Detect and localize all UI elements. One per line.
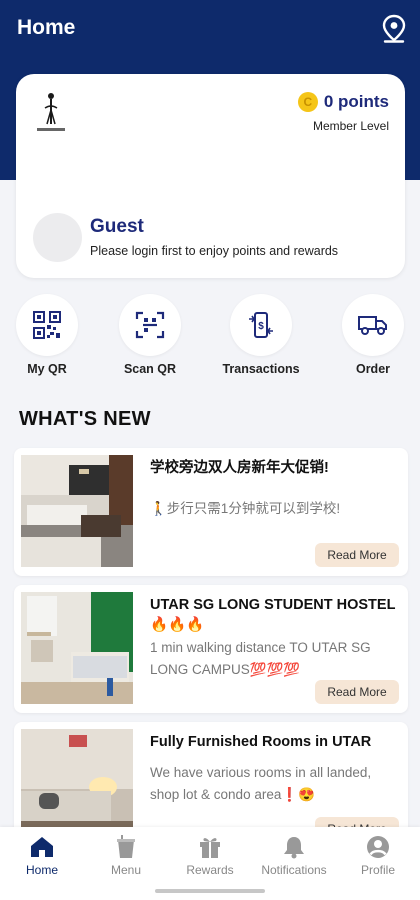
news-thumbnail bbox=[21, 729, 133, 841]
read-more-button[interactable]: Read More bbox=[315, 543, 399, 567]
news-description: 1 min walking distance TO UTAR SG LONG C… bbox=[150, 640, 371, 677]
nav-rewards-label: Rewards bbox=[186, 863, 234, 877]
news-description: We have various rooms in all landed, sho… bbox=[150, 765, 372, 802]
news-item[interactable]: UTAR SG LONG STUDENT HOSTEL 🔥🔥🔥 1 min wa… bbox=[14, 585, 408, 713]
member-level[interactable]: Member Level bbox=[313, 119, 389, 133]
scan-qr-icon bbox=[135, 311, 165, 339]
nav-notifications-label: Notifications bbox=[261, 863, 327, 877]
guest-name: Guest bbox=[90, 216, 144, 237]
transactions-label: Transactions bbox=[222, 362, 300, 376]
nav-menu-label: Menu bbox=[110, 863, 142, 877]
profile-icon bbox=[367, 836, 389, 858]
scan-qr-button[interactable]: Scan QR bbox=[110, 294, 190, 376]
nav-home-label: Home bbox=[25, 863, 58, 877]
news-thumbnail bbox=[21, 455, 133, 567]
nav-home[interactable]: Home bbox=[0, 835, 84, 877]
gift-icon bbox=[200, 838, 220, 858]
scan-qr-label: Scan QR bbox=[123, 362, 177, 376]
svg-text:$: $ bbox=[258, 321, 264, 332]
delivery-truck-icon bbox=[358, 316, 387, 335]
points-value: 0 points bbox=[323, 92, 389, 111]
read-more-button[interactable]: Read More bbox=[315, 680, 399, 704]
news-title: 学校旁边双人房新年大促销! bbox=[150, 460, 329, 476]
location-pin-icon[interactable] bbox=[381, 14, 407, 44]
transactions-icon: $ bbox=[249, 312, 273, 338]
my-qr-label: My QR bbox=[27, 362, 67, 376]
nav-profile-label: Profile bbox=[360, 863, 395, 877]
menu-cup-icon bbox=[117, 835, 135, 858]
nav-profile[interactable]: Profile bbox=[336, 835, 420, 877]
hostel-logo bbox=[37, 93, 65, 131]
member-card[interactable]: C 0 points Member Level Guest Please log… bbox=[16, 74, 405, 278]
nav-notifications[interactable]: Notifications bbox=[252, 835, 336, 877]
quick-actions: My QR Scan QR $ Transactions Order bbox=[0, 294, 420, 384]
order-label: Order bbox=[355, 362, 391, 376]
news-title: UTAR SG LONG STUDENT HOSTEL 🔥🔥🔥 bbox=[150, 597, 396, 633]
home-icon bbox=[31, 837, 53, 857]
gesture-bar bbox=[155, 889, 265, 893]
points-display[interactable]: C 0 points bbox=[297, 92, 389, 112]
qr-code-icon bbox=[33, 311, 61, 339]
coin-icon: C bbox=[297, 92, 318, 112]
order-button[interactable]: Order bbox=[333, 294, 413, 376]
nav-rewards[interactable]: Rewards bbox=[168, 835, 252, 877]
news-description: 🚶步行只需1分钟就可以到学校! bbox=[150, 501, 341, 516]
my-qr-button[interactable]: My QR bbox=[7, 294, 87, 376]
avatar bbox=[33, 213, 82, 262]
page-title: Home bbox=[17, 16, 76, 39]
bell-icon bbox=[284, 837, 304, 859]
transactions-button[interactable]: $ Transactions bbox=[221, 294, 301, 376]
news-thumbnail bbox=[21, 592, 133, 704]
news-item[interactable]: 学校旁边双人房新年大促销! 🚶步行只需1分钟就可以到学校! Read More bbox=[14, 448, 408, 576]
nav-menu[interactable]: Menu bbox=[84, 835, 168, 877]
login-prompt: Please login first to enjoy points and r… bbox=[90, 244, 339, 258]
whats-new-heading: WHAT'S NEW bbox=[19, 408, 151, 430]
news-title: Fully Furnished Rooms in UTAR bbox=[150, 734, 372, 750]
